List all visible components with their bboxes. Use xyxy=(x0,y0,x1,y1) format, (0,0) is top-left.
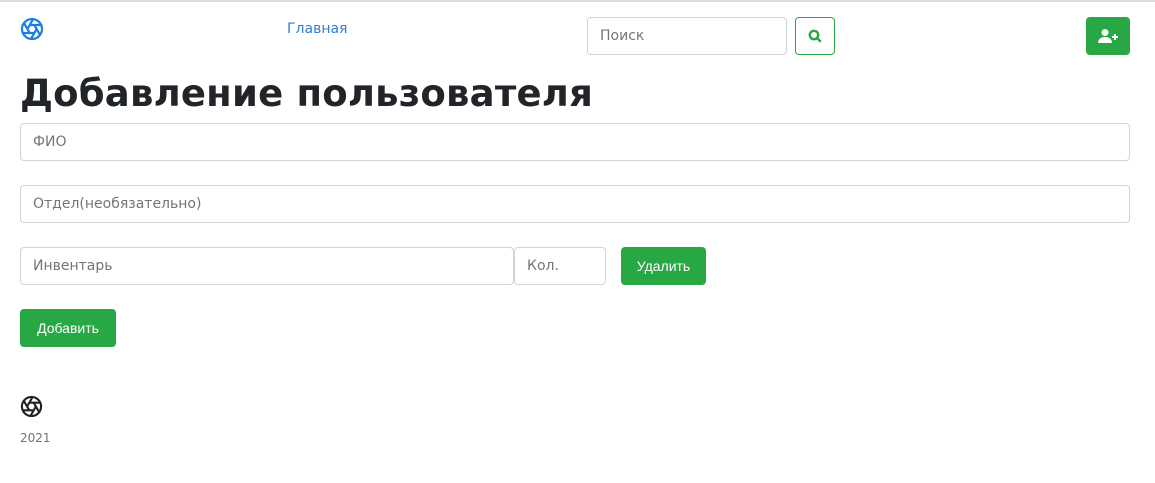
search-button[interactable] xyxy=(795,17,835,55)
aperture-icon xyxy=(20,395,43,418)
aperture-logo-icon[interactable] xyxy=(20,17,44,41)
search-icon xyxy=(808,29,822,43)
inventory-input[interactable] xyxy=(20,247,514,285)
footer-year: 2021 xyxy=(20,431,51,445)
nav-home-link[interactable]: Главная xyxy=(287,21,347,37)
department-input[interactable] xyxy=(20,185,1130,223)
quantity-input[interactable] xyxy=(514,247,606,285)
add-button[interactable]: Добавить xyxy=(20,309,116,347)
page-title: Добавление пользователя xyxy=(20,72,594,115)
add-user-button[interactable] xyxy=(1086,17,1130,55)
fio-input[interactable] xyxy=(20,123,1130,161)
user-plus-icon xyxy=(1098,29,1118,43)
search-input[interactable] xyxy=(587,17,787,55)
delete-button[interactable]: Удалить xyxy=(621,247,706,285)
